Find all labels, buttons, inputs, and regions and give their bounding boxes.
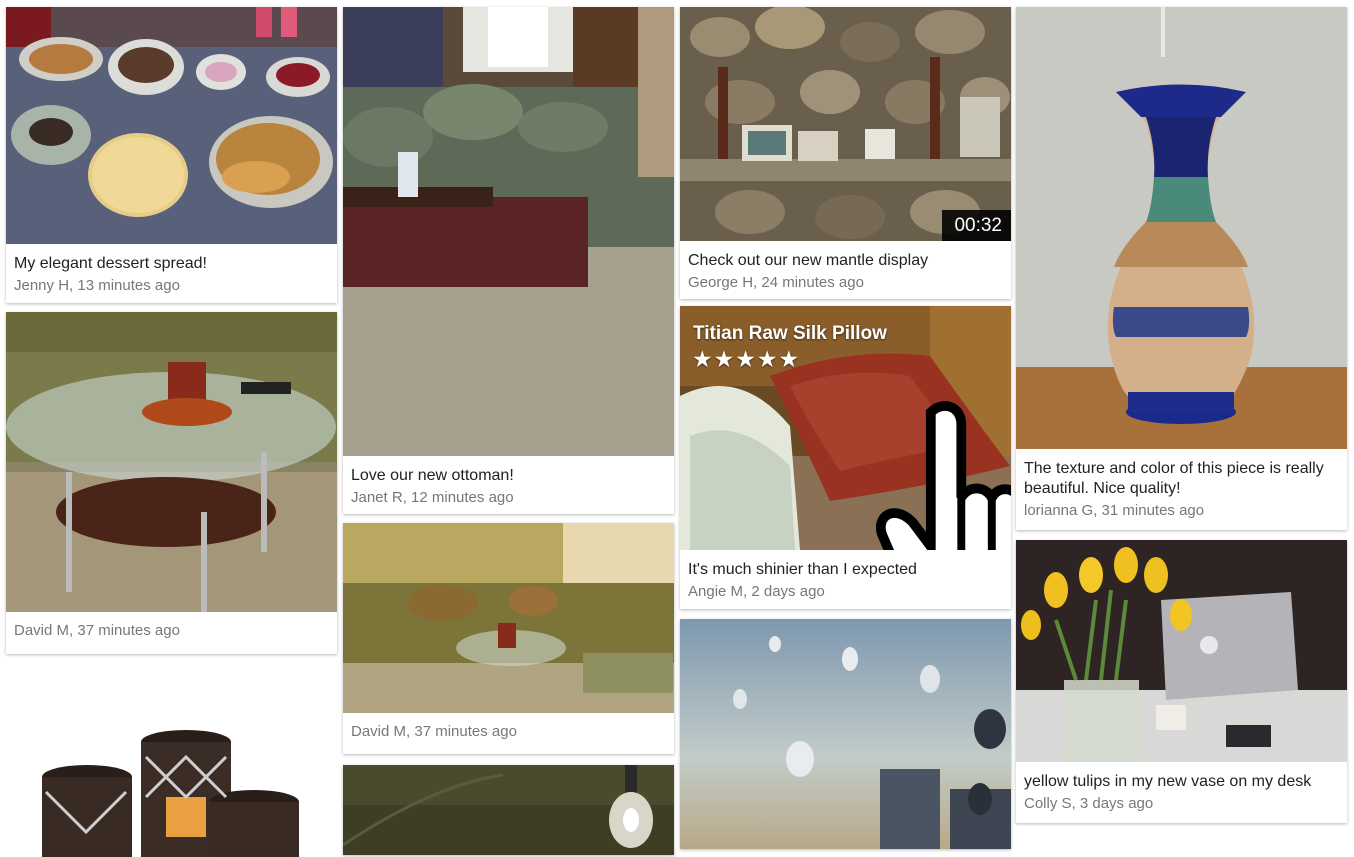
raindrops-photo[interactable] — [680, 619, 1011, 849]
card-meta: Jenny H, 13 minutes ago — [14, 277, 180, 294]
candle-holders-photo[interactable] — [6, 667, 337, 857]
photo-card-raindrops[interactable] — [680, 619, 1011, 849]
hand-pointer-cursor-icon — [875, 401, 1011, 550]
photo-card-ottoman[interactable]: Love our new ottoman! Janet R, 12 minute… — [343, 7, 674, 514]
card-caption: David M, 37 minutes ago — [343, 713, 674, 741]
candle-holders-image — [6, 667, 337, 857]
photo-card-coffee-table[interactable]: David M, 37 minutes ago — [6, 312, 337, 654]
photo-card-candle-holders[interactable] — [6, 667, 337, 857]
light-bulbs-photo[interactable] — [343, 765, 674, 855]
dessert-photo[interactable] — [6, 7, 337, 244]
card-meta: Angie M, 2 days ago — [688, 583, 825, 600]
tulips-image — [1016, 540, 1347, 762]
mantle-video[interactable]: 00:32 — [680, 7, 1011, 241]
card-caption: yellow tulips in my new vase on my desk … — [1016, 762, 1347, 813]
card-title: Check out our new mantle display — [688, 252, 929, 269]
photo-card-dessert[interactable]: My elegant dessert spread! Jenny H, 13 m… — [6, 7, 337, 303]
card-caption: Love our new ottoman! Janet R, 12 minute… — [343, 456, 674, 507]
ottoman-photo[interactable] — [343, 7, 674, 456]
card-title: It's much shinier than I expected — [688, 561, 917, 578]
coffee-table-photo[interactable] — [6, 312, 337, 612]
star-rating: ★★★★★ — [692, 346, 801, 372]
photo-card-sectional-sofa[interactable]: David M, 37 minutes ago — [343, 523, 674, 754]
card-meta: David M, 37 minutes ago — [14, 622, 180, 639]
product-title-overlay[interactable]: Titian Raw Silk Pillow — [693, 323, 887, 345]
card-meta: lorianna G, 31 minutes ago — [1024, 502, 1205, 519]
mantle-image — [680, 7, 1011, 241]
video-duration-badge: 00:32 — [942, 210, 1011, 241]
card-caption: It's much shinier than I expected Angie … — [680, 550, 1011, 601]
card-title: My elegant dessert spread! — [14, 255, 207, 272]
photo-card-tulips[interactable]: yellow tulips in my new vase on my desk … — [1016, 540, 1347, 823]
card-caption: The texture and color of this piece is r… — [1016, 449, 1347, 520]
card-title: Love our new ottoman! — [351, 467, 514, 484]
card-title: The texture and color of this piece is r… — [1024, 460, 1324, 497]
sectional-sofa-image — [343, 523, 674, 713]
vase-image — [1016, 7, 1347, 449]
card-meta: David M, 37 minutes ago — [351, 723, 517, 740]
photo-card-vase[interactable]: The texture and color of this piece is r… — [1016, 7, 1347, 530]
light-bulbs-image — [343, 765, 674, 855]
ottoman-image — [343, 7, 674, 456]
card-caption: David M, 37 minutes ago — [6, 612, 337, 640]
card-meta: Colly S, 3 days ago — [1024, 795, 1154, 812]
dessert-image — [6, 7, 337, 244]
card-title: yellow tulips in my new vase on my desk — [1024, 773, 1312, 790]
raindrops-image — [680, 619, 1011, 849]
card-meta: George H, 24 minutes ago — [688, 274, 864, 291]
photo-card-light-bulbs[interactable] — [343, 765, 674, 855]
card-meta: Janet R, 12 minutes ago — [351, 489, 514, 506]
photo-card-mantle[interactable]: 00:32 Check out our new mantle display G… — [680, 7, 1011, 299]
tulips-photo[interactable] — [1016, 540, 1347, 762]
vase-photo[interactable] — [1016, 7, 1347, 449]
sectional-sofa-photo[interactable] — [343, 523, 674, 713]
pillow-photo[interactable]: Titian Raw Silk Pillow ★★★★★ — [680, 306, 1011, 550]
card-caption: Check out our new mantle display George … — [680, 241, 1011, 292]
photo-card-pillow[interactable]: Titian Raw Silk Pillow ★★★★★ It's much s… — [680, 306, 1011, 609]
coffee-table-image — [6, 312, 337, 612]
card-caption: My elegant dessert spread! Jenny H, 13 m… — [6, 244, 337, 295]
